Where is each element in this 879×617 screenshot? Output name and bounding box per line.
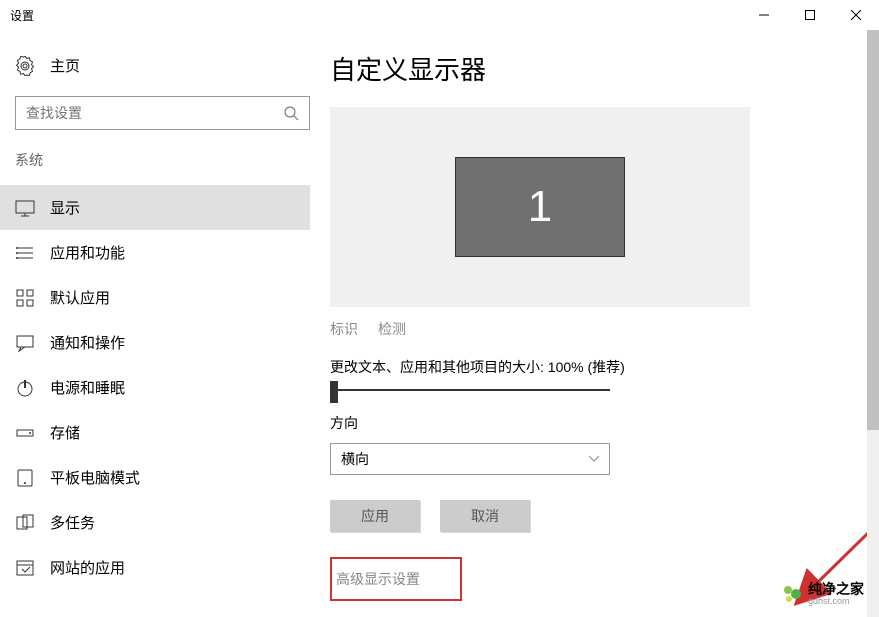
apply-button[interactable]: 应用: [330, 500, 420, 532]
search-box[interactable]: [15, 96, 310, 130]
watermark-main: 纯净之家: [808, 582, 864, 597]
nav-label: 显示: [50, 197, 80, 218]
monitor-icon: [15, 198, 35, 218]
detect-link[interactable]: 检测: [378, 319, 406, 339]
button-row: 应用 取消: [330, 500, 839, 532]
storage-icon: [15, 423, 35, 443]
grid-icon: [15, 288, 35, 308]
sidebar-item-default-apps[interactable]: 默认应用: [0, 275, 310, 320]
nav-label: 电源和睡眠: [50, 377, 125, 398]
sidebar-item-storage[interactable]: 存储: [0, 410, 310, 455]
scale-slider[interactable]: [330, 389, 610, 391]
window-title: 设置: [10, 7, 34, 24]
multitask-icon: [15, 513, 35, 533]
nav-label: 通知和操作: [50, 332, 125, 353]
power-icon: [15, 378, 35, 398]
chevron-down-icon: [589, 456, 599, 462]
scrollbar[interactable]: [867, 30, 879, 617]
watermark-logo-icon: [782, 584, 802, 604]
chat-icon: [15, 333, 35, 353]
page-title: 自定义显示器: [330, 50, 839, 87]
orientation-value: 横向: [341, 449, 369, 469]
nav-label: 存储: [50, 422, 80, 443]
tablet-icon: [15, 468, 35, 488]
cancel-button[interactable]: 取消: [440, 500, 530, 532]
nav-label: 默认应用: [50, 287, 110, 308]
list-icon: [15, 243, 35, 263]
display-links: 标识 检测: [330, 319, 839, 339]
maximize-button[interactable]: [787, 0, 833, 30]
search-input[interactable]: [26, 105, 283, 121]
advanced-display-link[interactable]: 高级显示设置: [330, 557, 462, 601]
sidebar-item-display[interactable]: 显示: [0, 185, 310, 230]
minimize-icon: [759, 10, 769, 20]
nav-label: 应用和功能: [50, 242, 125, 263]
watermark: 纯净之家 gdhst.com: [782, 582, 864, 607]
scrollbar-thumb[interactable]: [867, 30, 879, 430]
close-icon: [851, 10, 861, 20]
website-icon: [15, 558, 35, 578]
sidebar-item-multitask[interactable]: 多任务: [0, 500, 310, 545]
sidebar-item-tablet[interactable]: 平板电脑模式: [0, 455, 310, 500]
minimize-button[interactable]: [741, 0, 787, 30]
sidebar-item-apps[interactable]: 应用和功能: [0, 230, 310, 275]
scale-label: 更改文本、应用和其他项目的大小: 100% (推荐): [330, 357, 839, 377]
identify-link[interactable]: 标识: [330, 319, 358, 339]
orientation-label: 方向: [330, 413, 839, 433]
nav-label: 多任务: [50, 512, 95, 533]
sidebar-item-website-apps[interactable]: 网站的应用: [0, 545, 310, 590]
gear-icon: [15, 56, 35, 76]
window-controls: [741, 0, 879, 30]
sidebar: 主页 系统 显示 应用和功能 默认应用 通知和操作 电源和睡眠: [0, 30, 310, 617]
section-label: 系统: [15, 150, 310, 170]
home-nav[interactable]: 主页: [15, 45, 310, 86]
watermark-sub: gdhst.com: [808, 597, 864, 607]
slider-thumb[interactable]: [330, 381, 338, 403]
sidebar-item-power[interactable]: 电源和睡眠: [0, 365, 310, 410]
sidebar-item-notifications[interactable]: 通知和操作: [0, 320, 310, 365]
display-preview[interactable]: 1: [330, 107, 750, 307]
maximize-icon: [805, 10, 815, 20]
close-button[interactable]: [833, 0, 879, 30]
home-label: 主页: [50, 55, 80, 76]
monitor-tile[interactable]: 1: [455, 157, 625, 257]
nav-label: 网站的应用: [50, 557, 125, 578]
titlebar: 设置: [0, 0, 879, 30]
main-panel: 自定义显示器 1 标识 检测 更改文本、应用和其他项目的大小: 100% (推荐…: [310, 30, 879, 617]
search-icon: [283, 105, 299, 121]
orientation-select[interactable]: 横向: [330, 443, 610, 475]
nav-label: 平板电脑模式: [50, 467, 140, 488]
